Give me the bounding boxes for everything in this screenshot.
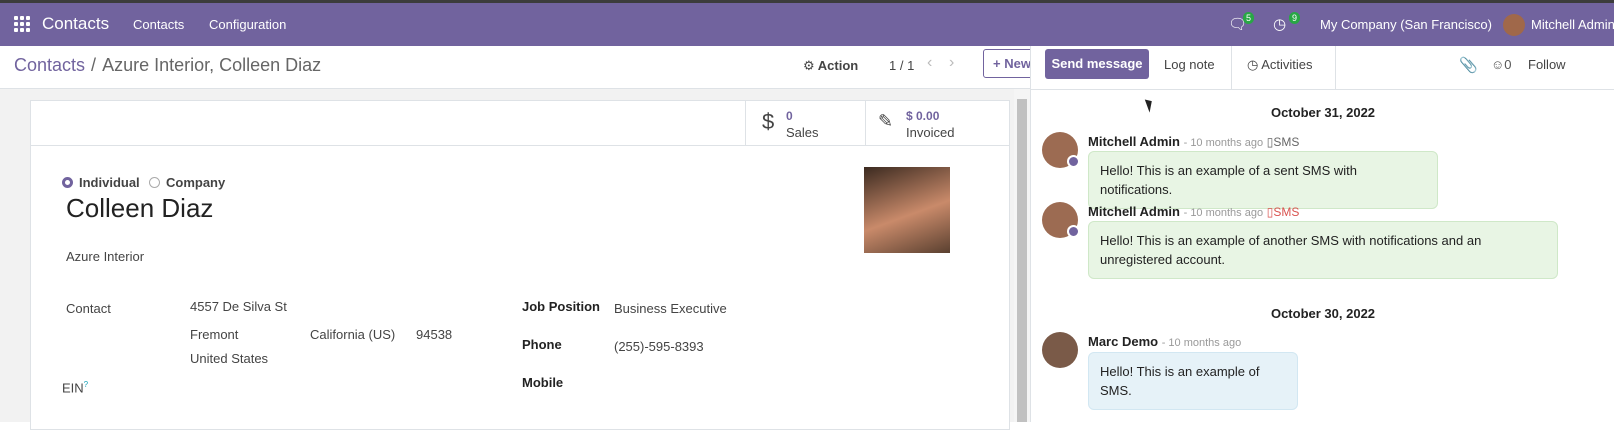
sms-label: SMS xyxy=(1273,205,1300,219)
new-label: New xyxy=(1004,56,1031,71)
app-name[interactable]: Contacts xyxy=(42,14,109,34)
stat-buttons: $ 0 Sales ✎ $ 0.00 Invoiced xyxy=(31,101,1009,146)
sales-label: Sales xyxy=(786,125,819,140)
breadcrumb-current: Azure Interior, Colleen Diaz xyxy=(102,55,322,75)
user-avatar[interactable] xyxy=(1503,14,1525,36)
sms-channel[interactable]: ▯SMS xyxy=(1267,135,1300,149)
sales-stat-button[interactable]: $ 0 Sales xyxy=(745,101,865,145)
zip-field[interactable]: 94538 xyxy=(416,327,452,342)
message-header: Mitchell Admin - 10 months ago ▯SMS xyxy=(1088,204,1299,219)
ein-label-text: EIN xyxy=(62,380,84,396)
message-author[interactable]: Marc Demo xyxy=(1088,334,1158,349)
action-button[interactable]: ⚙ Action xyxy=(803,58,858,74)
phone-label: Phone xyxy=(522,337,562,352)
ein-help-icon[interactable]: ? xyxy=(84,380,88,389)
job-position-label: Job Position xyxy=(522,299,600,314)
activities-badge: 9 xyxy=(1289,12,1301,24)
job-position-field[interactable]: Business Executive xyxy=(614,301,727,316)
radio-individual[interactable]: Individual xyxy=(62,175,140,190)
control-panel: Contacts / Azure Interior, Colleen Diaz ⚙ … xyxy=(0,46,1044,89)
edit-icon: ✎ xyxy=(878,111,894,131)
status-dot xyxy=(1067,155,1080,168)
follow-button[interactable]: Follow xyxy=(1528,57,1566,72)
state-field[interactable]: California (US) xyxy=(310,327,395,342)
activities-button[interactable]: ◷ Activities xyxy=(1247,57,1313,73)
message-body: Hello! This is an example of another SMS… xyxy=(1088,221,1558,279)
messages-badge: 5 xyxy=(1243,12,1255,24)
mobile-label: Mobile xyxy=(522,375,564,390)
top-navbar: Contacts Contacts Configuration 🗨 5 ◷ 9 … xyxy=(0,0,1614,46)
breadcrumb: Contacts / Azure Interior, Colleen Diaz xyxy=(14,55,321,76)
date-separator: October 31, 2022 xyxy=(1270,105,1376,120)
log-note-button[interactable]: Log note xyxy=(1164,57,1215,72)
author-avatar[interactable] xyxy=(1042,132,1080,168)
contact-label: Contact xyxy=(66,301,111,316)
followers-count: 0 xyxy=(1504,57,1512,72)
pager-next-icon[interactable]: › xyxy=(949,54,954,72)
chatter-divider xyxy=(1231,46,1232,89)
contact-photo[interactable] xyxy=(864,167,950,253)
radio-company-label: Company xyxy=(166,175,226,190)
message-time: - 10 months ago xyxy=(1183,137,1264,149)
gear-icon: ⚙ xyxy=(803,58,815,73)
date-separator: October 30, 2022 xyxy=(1270,306,1376,321)
scrollbar-thumb[interactable] xyxy=(1017,99,1027,422)
form-scrollbar[interactable] xyxy=(1014,89,1030,422)
pager-previous-icon[interactable]: ‹ xyxy=(927,54,932,72)
invoiced-label: Invoiced xyxy=(906,125,955,140)
country-field[interactable]: United States xyxy=(190,351,268,366)
message-header: Marc Demo - 10 months ago xyxy=(1088,334,1241,349)
chatter-topbar: Send message Log note ◷ Activities 📎 ☺0 … xyxy=(1031,46,1614,90)
message-author[interactable]: Mitchell Admin xyxy=(1088,204,1180,219)
radio-company[interactable]: Company xyxy=(149,175,225,190)
message-author[interactable]: Mitchell Admin xyxy=(1088,134,1180,149)
company-name-field[interactable]: Azure Interior xyxy=(66,249,144,264)
sms-label: SMS xyxy=(1273,135,1300,149)
chatter-panel: Send message Log note ◷ Activities 📎 ☺0 … xyxy=(1030,46,1614,422)
status-dot xyxy=(1067,225,1080,238)
activities-clock-icon[interactable]: ◷ xyxy=(1273,15,1286,33)
message-body: Hello! This is an example of a sent SMS … xyxy=(1088,151,1438,209)
user-icon: ☺ xyxy=(1491,57,1505,72)
company-switcher[interactable]: My Company (San Francisco) xyxy=(1320,17,1492,32)
message-time: - 10 months ago xyxy=(1161,337,1242,349)
breadcrumb-separator: / xyxy=(91,55,97,75)
followers-button[interactable]: ☺0 xyxy=(1491,57,1512,72)
invoiced-value: $ 0.00 xyxy=(906,109,940,123)
paperclip-icon[interactable]: 📎 xyxy=(1459,56,1478,74)
chatter-divider xyxy=(1335,46,1336,89)
sms-channel-error[interactable]: ▯SMS xyxy=(1267,205,1300,219)
author-avatar[interactable] xyxy=(1042,332,1078,368)
radio-individual-label: Individual xyxy=(79,175,140,190)
form-view: $ 0 Sales ✎ $ 0.00 Invoiced Individual C… xyxy=(0,89,1044,430)
street-field[interactable]: 4557 De Silva St xyxy=(190,299,287,314)
ein-label: EIN? xyxy=(62,380,88,395)
menu-contacts[interactable]: Contacts xyxy=(133,17,184,32)
send-message-button[interactable]: Send message xyxy=(1045,49,1149,79)
menu-configuration[interactable]: Configuration xyxy=(209,17,286,32)
phone-field[interactable]: (255)-595-8393 xyxy=(614,339,704,354)
message-header: Mitchell Admin - 10 months ago ▯SMS xyxy=(1088,134,1299,149)
activities-label: Activities xyxy=(1261,57,1313,72)
breadcrumb-parent[interactable]: Contacts xyxy=(14,55,85,75)
sales-value: 0 xyxy=(786,109,793,123)
message-body: Hello! This is an example of SMS. xyxy=(1088,352,1298,410)
message-time: - 10 months ago xyxy=(1183,207,1264,219)
plus-icon: + xyxy=(993,56,1001,71)
radio-individual-dot xyxy=(62,177,73,188)
radio-company-dot xyxy=(149,177,160,188)
invoiced-stat-button[interactable]: ✎ $ 0.00 Invoiced xyxy=(865,101,983,145)
contact-name-field[interactable]: Colleen Diaz xyxy=(66,193,213,224)
apps-menu-icon[interactable] xyxy=(14,16,30,32)
pager-value[interactable]: 1 / 1 xyxy=(889,58,914,73)
clock-icon: ◷ xyxy=(1247,57,1259,72)
action-label: Action xyxy=(817,58,859,73)
form-sheet: $ 0 Sales ✎ $ 0.00 Invoiced Individual C… xyxy=(30,100,1010,430)
user-menu[interactable]: Mitchell Admin xyxy=(1531,17,1614,32)
dollar-icon: $ xyxy=(762,109,775,134)
city-field[interactable]: Fremont xyxy=(190,327,238,342)
author-avatar[interactable] xyxy=(1042,202,1080,238)
